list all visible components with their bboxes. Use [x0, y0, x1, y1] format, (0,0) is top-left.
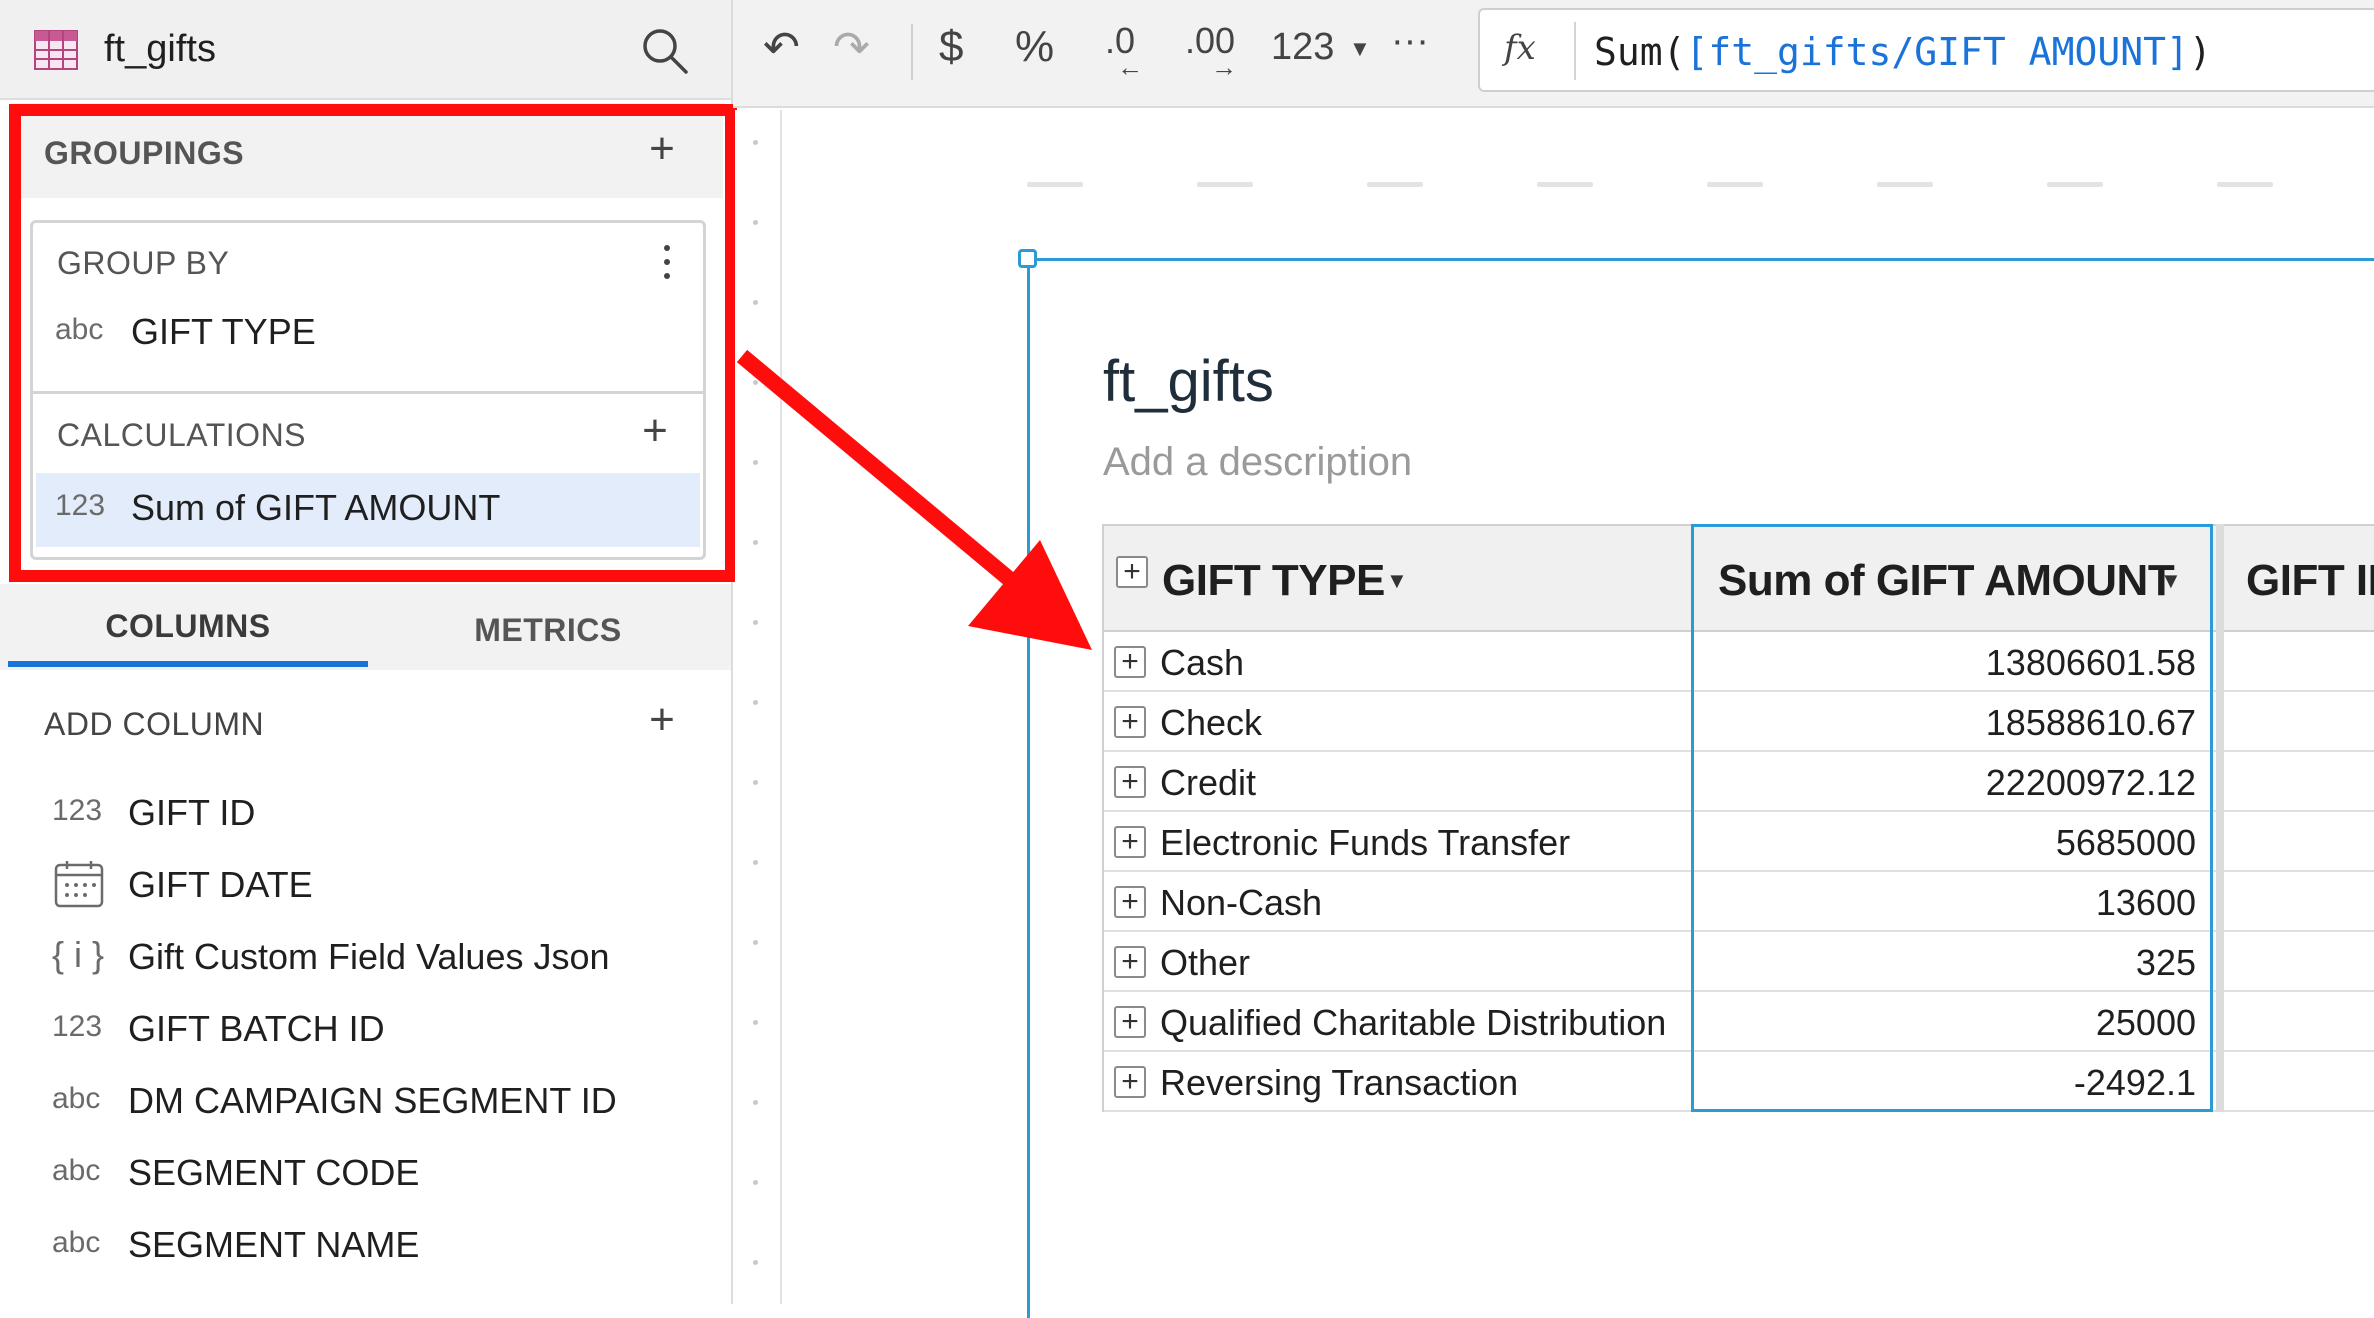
drop-zone-dash	[2047, 182, 2103, 187]
column-item[interactable]: abc DM CAMPAIGN SEGMENT ID	[52, 1072, 692, 1132]
expand-all-icon[interactable]: +	[1116, 556, 1148, 588]
formula-text[interactable]: Sum([ft_gifts/GIFT AMOUNT])	[1594, 30, 2212, 74]
column-item[interactable]: 123 GIFT BATCH ID	[52, 1000, 692, 1060]
column-item[interactable]: abc SEGMENT CODE	[52, 1144, 692, 1204]
tab-metrics[interactable]: METRICS	[368, 612, 728, 649]
panel-header: ft_gifts	[0, 0, 731, 100]
column-header-gift-type[interactable]: GIFT TYPE	[1162, 556, 1385, 606]
panel-tabs: COLUMNS METRICS	[0, 584, 731, 670]
decrease-decimal-button[interactable]: .0 ←	[1105, 20, 1161, 84]
column-item[interactable]: 123 GIFT ID	[52, 784, 692, 844]
resize-handle[interactable]	[1018, 249, 1037, 268]
column-header-gift-id[interactable]: GIFT ID	[2246, 556, 2374, 606]
add-column-button[interactable]: +	[640, 698, 684, 742]
column-name: SEGMENT CODE	[128, 1152, 420, 1193]
number-type-icon: 123	[52, 1010, 103, 1043]
caret-down-icon: ▼	[1349, 36, 1371, 61]
expand-row-icon[interactable]: +	[1114, 826, 1146, 858]
element-description-input[interactable]: Add a description	[1103, 440, 1412, 485]
expand-row-icon[interactable]: +	[1114, 1006, 1146, 1038]
drop-zone-dash	[2217, 182, 2273, 187]
annotation-arrow-icon	[736, 349, 1092, 650]
cell-gift-type: Reversing Transaction	[1160, 1062, 1519, 1103]
data-table: + GIFT TYPE ▼ Sum of GIFT AMOUNT ▼ GIFT …	[1102, 524, 2374, 1112]
json-type-icon: { i }	[52, 934, 105, 975]
caret-down-icon[interactable]: ▼	[1386, 568, 1408, 594]
expand-row-icon[interactable]: +	[1114, 706, 1146, 738]
drop-zone-dash	[1877, 182, 1933, 187]
column-divider	[2216, 524, 2224, 1112]
column-name: GIFT BATCH ID	[128, 1008, 385, 1049]
column-name: GIFT DATE	[128, 864, 313, 905]
formula-reference: [ft_gifts/GIFT AMOUNT]	[1685, 30, 2189, 74]
active-tab-indicator	[8, 661, 368, 667]
undo-button[interactable]: ↶	[763, 22, 800, 73]
drop-zone-dash	[1367, 182, 1423, 187]
currency-format-button[interactable]: $	[939, 22, 963, 72]
percent-format-button[interactable]: %	[1015, 22, 1054, 72]
cell-gift-type: Credit	[1160, 762, 1257, 803]
formula-close-paren: )	[2188, 30, 2212, 74]
arrow-left-icon: ←	[1117, 52, 1143, 82]
calendar-icon	[54, 861, 104, 908]
column-item[interactable]: abc SEGMENT NAME	[52, 1216, 692, 1276]
element-title[interactable]: ft_gifts	[1103, 348, 1274, 415]
arrow-right-icon: →	[1211, 52, 1237, 82]
text-type-icon: abc	[52, 1082, 101, 1115]
column-item[interactable]: GIFT DATE	[52, 856, 692, 916]
cell-gift-type: Non-Cash	[1160, 882, 1323, 923]
toolbar-divider	[911, 24, 913, 80]
column-name: SEGMENT NAME	[128, 1224, 420, 1265]
highlight-annotation-box	[9, 104, 737, 582]
more-options-button[interactable]: ···	[1391, 20, 1429, 63]
formula-bar[interactable]: fx Sum([ft_gifts/GIFT AMOUNT])	[1478, 8, 2374, 92]
table-icon	[34, 30, 78, 70]
drop-zone-dash	[1197, 182, 1253, 187]
tab-columns[interactable]: COLUMNS	[8, 608, 368, 645]
column-name: GIFT ID	[128, 792, 256, 833]
drop-zone-dash	[1537, 182, 1593, 187]
drop-zone-dash	[1027, 182, 1083, 187]
selected-column-outline	[1691, 524, 2213, 1112]
expand-row-icon[interactable]: +	[1114, 766, 1146, 798]
increase-decimal-button[interactable]: .00 →	[1185, 20, 1251, 84]
formula-function: Sum(	[1594, 30, 1686, 74]
cell-gift-type: Electronic Funds Transfer	[1160, 822, 1571, 863]
column-name: Gift Custom Field Values Json	[128, 936, 610, 977]
panel-title: ft_gifts	[104, 28, 216, 70]
cell-gift-type: Qualified Charitable Distribution	[1160, 1002, 1667, 1043]
expand-row-icon[interactable]: +	[1114, 1066, 1146, 1098]
expand-row-icon[interactable]: +	[1114, 946, 1146, 978]
left-panel: ft_gifts GROUPINGS + GROUP BY abc GIFT T…	[0, 0, 737, 1304]
search-icon[interactable]	[638, 24, 692, 78]
text-type-icon: abc	[52, 1226, 101, 1259]
expand-row-icon[interactable]: +	[1114, 886, 1146, 918]
column-name: DM CAMPAIGN SEGMENT ID	[128, 1080, 617, 1121]
redo-button[interactable]: ↷	[833, 22, 870, 73]
number-format-dropdown[interactable]: 123 ▼	[1271, 26, 1381, 76]
add-column-label: ADD COLUMN	[44, 706, 265, 742]
text-type-icon: abc	[52, 1154, 101, 1187]
column-item[interactable]: { i } Gift Custom Field Values Json	[52, 928, 692, 988]
cell-gift-type: Check	[1160, 702, 1263, 743]
formula-divider	[1574, 22, 1576, 80]
number-format-label: 123	[1271, 26, 1335, 68]
cell-gift-type: Cash	[1160, 642, 1245, 683]
cell-gift-type: Other	[1160, 942, 1251, 983]
fx-icon: fx	[1504, 28, 1536, 68]
number-type-icon: 123	[52, 794, 103, 827]
drop-zone-dash	[1707, 182, 1763, 187]
canvas-rail	[735, 110, 782, 1304]
